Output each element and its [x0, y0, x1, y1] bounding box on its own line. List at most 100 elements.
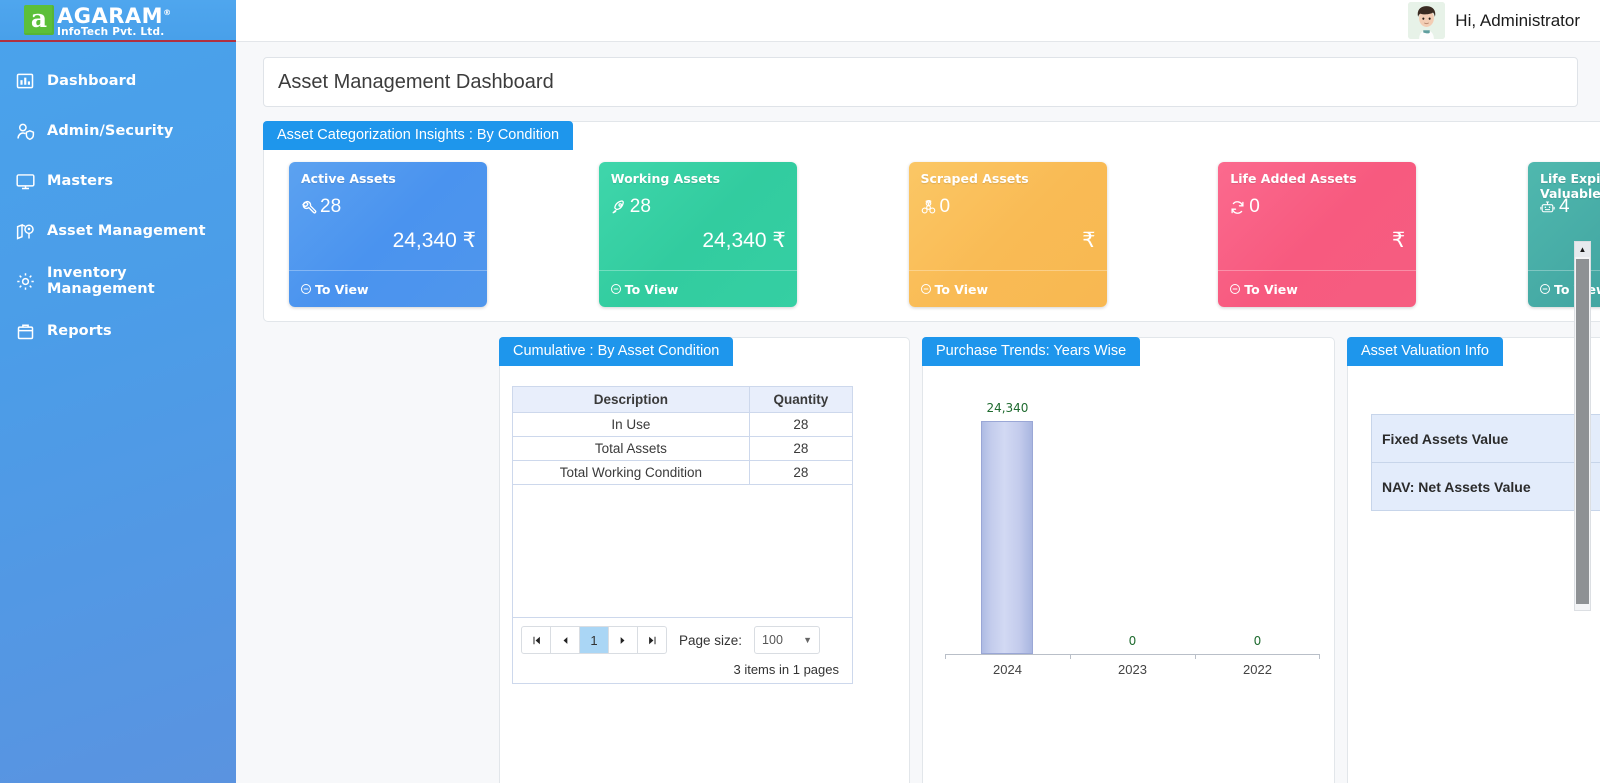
chart-bar-value-label: 0	[1253, 634, 1262, 648]
card-amount: ₹	[1391, 229, 1406, 252]
sidebar-item-label: Masters	[47, 173, 114, 189]
table-row: NAV: Net Assets Value 3,000	[1371, 462, 1600, 511]
top-bar: Hi, Administrator	[236, 0, 1600, 42]
logo-mark-letter: a	[30, 4, 48, 33]
chart-bar-column[interactable]: 24,340	[945, 396, 1070, 654]
minus-circle-icon	[1229, 283, 1241, 295]
user-menu[interactable]: Hi, Administrator	[1408, 2, 1580, 39]
pager-prev-button[interactable]	[550, 626, 580, 654]
card-title: Scraped Assets	[920, 171, 1029, 186]
rocket-icon	[609, 198, 628, 217]
chart-bar[interactable]	[981, 421, 1034, 654]
valuation-label: Fixed Assets Value	[1371, 414, 1600, 463]
card-amount: ₹	[1082, 229, 1096, 252]
table-empty-space	[512, 485, 853, 618]
card-view-action[interactable]: To View	[1218, 270, 1417, 307]
column-header-description: Description	[512, 386, 750, 413]
cumulative-pager: 1 Page size: 100 ▼ 3 items in 1 pages	[512, 618, 853, 684]
chart-x-axis	[945, 654, 1320, 655]
sidebar-item-masters[interactable]: Masters	[0, 156, 236, 206]
table-row[interactable]: Total Working Condition 28	[512, 460, 854, 485]
card-working-assets[interactable]: Working Assets 28 24,340 ₹ To View	[598, 162, 797, 307]
cumulative-table: Description Quantity In Use 28 Total Ass…	[512, 386, 854, 485]
card-title: Working Assets	[610, 171, 721, 186]
minus-circle-icon	[1539, 283, 1551, 295]
valuation-label: NAV: Net Assets Value	[1371, 462, 1600, 511]
card-count-value: 28	[320, 196, 342, 217]
cumulative-panel-title: Cumulative : By Asset Condition	[499, 337, 734, 366]
page-size-value: 100	[762, 633, 783, 647]
sidebar-item-inventory-management[interactable]: Inventory Management	[0, 256, 236, 306]
cumulative-condition-panel: Cumulative : By Asset Condition Descript…	[499, 337, 910, 783]
valuation-table-wrap: Fixed Assets Value 24,340 NAV: Net Asset…	[1371, 414, 1600, 511]
card-life-added-assets[interactable]: Life Added Assets 0 ₹ To View	[1218, 162, 1417, 307]
scroll-up-arrow-icon[interactable]: ▲	[1575, 242, 1590, 257]
brand-logo[interactable]: a AGARAM® InfoTech Pvt. Ltd.	[0, 0, 236, 42]
pager-next-button[interactable]	[608, 626, 638, 654]
sidebar-item-asset-management[interactable]: Asset Management	[0, 206, 236, 256]
logo-mark-icon: a	[24, 5, 54, 35]
chevron-down-icon: ▼	[803, 635, 813, 645]
wrench-icon	[299, 198, 318, 217]
pager-current-page[interactable]: 1	[579, 626, 609, 654]
avatar	[1408, 2, 1446, 39]
card-count-value: 0	[1249, 196, 1260, 217]
vertical-scrollbar[interactable]: ▲	[1574, 241, 1591, 611]
valuation-table: Fixed Assets Value 24,340 NAV: Net Asset…	[1371, 414, 1600, 511]
pager-last-button[interactable]	[637, 626, 667, 654]
sidebar-item-label: Reports	[47, 323, 112, 339]
card-view-label: To View	[934, 281, 989, 297]
sidebar-item-admin-security[interactable]: Admin/Security	[0, 106, 236, 156]
table-row[interactable]: In Use 28	[512, 412, 854, 437]
cell-quantity: 28	[748, 412, 854, 437]
sidebar-item-reports[interactable]: Reports	[0, 306, 236, 356]
sidebar-item-label: Asset Management	[47, 223, 206, 239]
axis-tick	[1319, 654, 1320, 659]
card-view-action[interactable]: To View	[598, 270, 797, 307]
gear-icon	[14, 270, 36, 292]
map-pin-icon	[14, 220, 36, 242]
asset-valuation-panel-title: Asset Valuation Info	[1347, 337, 1503, 366]
cell-description: Total Assets	[512, 436, 750, 461]
minus-circle-icon	[920, 283, 932, 295]
card-view-action[interactable]: To View	[908, 270, 1107, 307]
card-amount: 24,340 ₹	[392, 229, 476, 252]
robot-icon	[1538, 198, 1557, 217]
card-view-label: To View	[624, 281, 679, 297]
main-content: Hi, Administrator Asset Management Dashb…	[236, 0, 1600, 783]
brand-tagline: InfoTech Pvt. Ltd.	[57, 25, 165, 38]
logo-text: AGARAM® InfoTech Pvt. Ltd.	[57, 3, 172, 38]
sidebar-item-dashboard[interactable]: Dashboard	[0, 56, 236, 106]
purchase-trends-panel-title: Purchase Trends: Years Wise	[922, 337, 1141, 366]
pager-row: 1 Page size: 100 ▼	[521, 626, 844, 654]
cell-description: In Use	[512, 412, 750, 437]
scrollbar-thumb[interactable]	[1576, 259, 1589, 604]
chart-bar-value-label: 24,340	[986, 401, 1029, 415]
asset-valuation-panel: Asset Valuation Info Fixed Assets Value …	[1347, 337, 1600, 783]
minus-circle-icon	[610, 283, 622, 295]
card-count-value: 4	[1559, 196, 1570, 217]
chart-bar-column[interactable]: 0	[1070, 396, 1195, 654]
x-tick-label: 2022	[1243, 662, 1272, 677]
card-view-action[interactable]: To View	[289, 270, 487, 307]
card-active-assets[interactable]: Active Assets 28 24,340 ₹ To View	[289, 162, 487, 307]
x-tick-label: 2024	[993, 662, 1022, 677]
cell-description: Total Working Condition	[512, 460, 750, 485]
cell-quantity: 28	[748, 460, 854, 485]
chart-bar-column[interactable]: 0	[1195, 396, 1320, 654]
table-row[interactable]: Total Assets 28	[512, 436, 854, 461]
page-title-bar: Asset Management Dashboard	[263, 57, 1578, 107]
pager-first-button[interactable]	[521, 626, 551, 654]
monitor-icon	[14, 170, 36, 192]
sidebar-item-label: Dashboard	[47, 73, 137, 89]
chart-x-tick-labels: 2024 2023 2022	[945, 662, 1320, 677]
card-amount: 24,340 ₹	[702, 229, 786, 252]
bar-chart-icon	[14, 70, 36, 92]
asset-condition-panel: Asset Categorization Insights : By Condi…	[263, 121, 1600, 322]
card-scraped-assets[interactable]: Scraped Assets 0 ₹ To View	[908, 162, 1107, 307]
sidebar-item-label: Admin/Security	[47, 123, 174, 139]
card-count: 28	[299, 196, 341, 218]
pager-items-note: 3 items in 1 pages	[733, 662, 839, 677]
card-count: 28	[609, 196, 651, 218]
page-size-select[interactable]: 100 ▼	[754, 626, 821, 654]
